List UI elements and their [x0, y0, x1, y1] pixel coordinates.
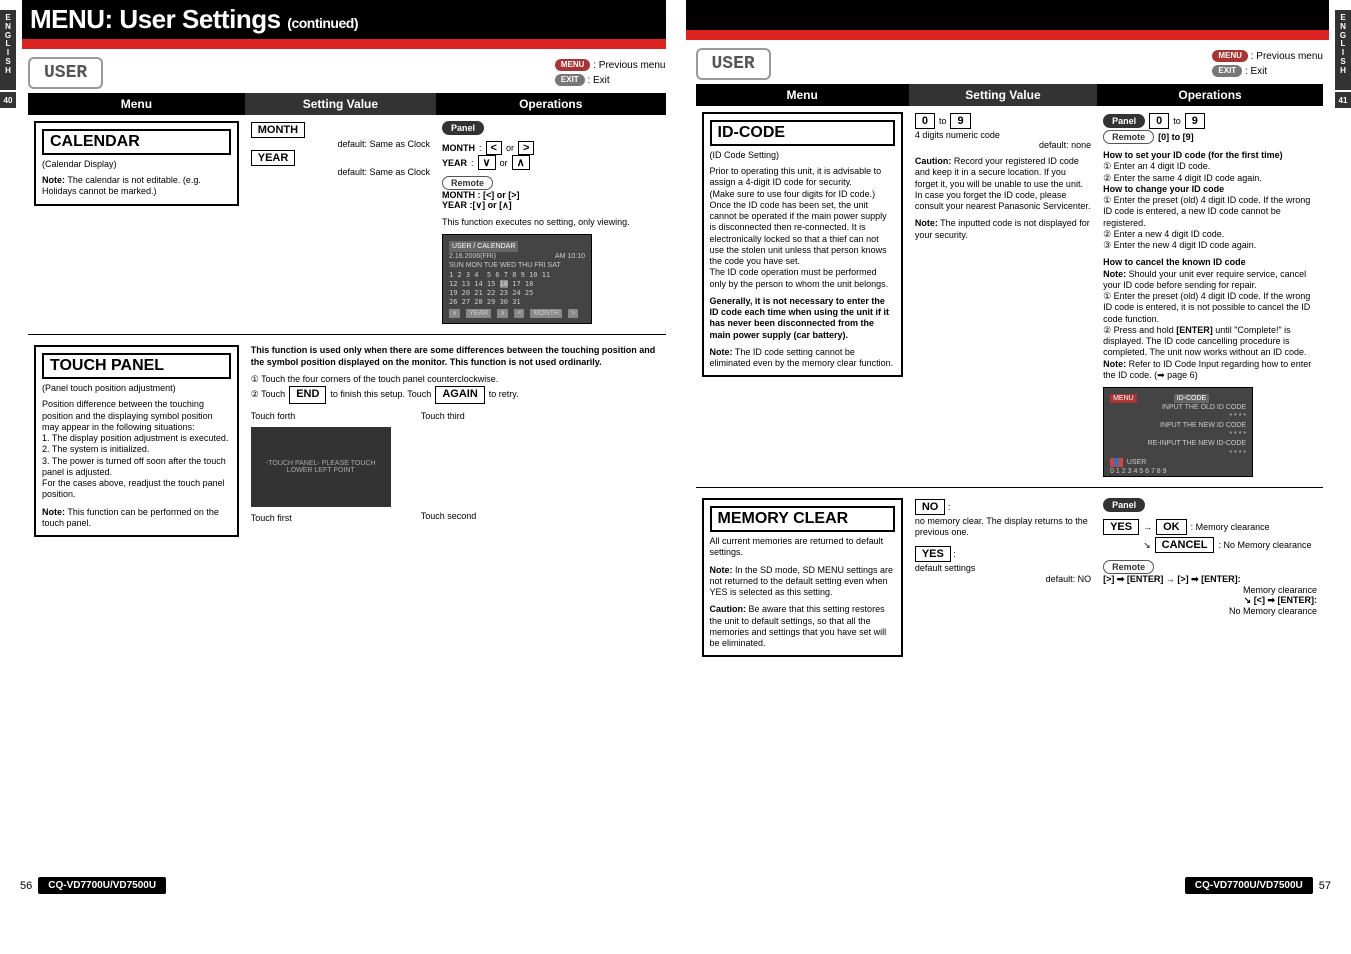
- idcode-screenshot: MENU ID-CODE INPUT THE OLD ID CODE* * * …: [1103, 387, 1253, 477]
- page-title-block: MENU: User Settings (continued): [22, 0, 666, 39]
- menu-pill-r: MENU: [1212, 50, 1248, 62]
- page-number-right: 41: [1335, 92, 1351, 108]
- language-tab-left: ENGLISH: [0, 10, 16, 90]
- remote-label-r: Remote: [1103, 130, 1154, 144]
- nav-hints-right: MENU : Previous menu EXIT : Exit: [1212, 49, 1323, 79]
- page-title-continued: (continued): [287, 15, 358, 31]
- memory-head: MEMORY CLEAR: [710, 506, 895, 532]
- page-title: MENU: User Settings: [30, 4, 281, 34]
- month-value: MONTH: [251, 122, 305, 138]
- page-number-left: 40: [0, 92, 16, 108]
- exit-pill-r: EXIT: [1212, 65, 1242, 77]
- idcode-head: ID-CODE: [710, 120, 895, 146]
- remote-label: Remote: [442, 176, 493, 190]
- nav-hints: MENU : Previous menu EXIT : Exit: [555, 58, 666, 88]
- again-button-label: AGAIN: [435, 386, 484, 404]
- year-value: YEAR: [251, 150, 296, 166]
- remote-label-m: Remote: [1103, 560, 1154, 574]
- down-icon: ∨: [478, 155, 496, 170]
- calendar-cell: CALENDAR (Calendar Display) Note: The ca…: [34, 121, 239, 206]
- menu-pill: MENU: [555, 59, 591, 71]
- footer-page-right: 57: [1319, 880, 1331, 892]
- touchpanel-cell: TOUCH PANEL (Panel touch position adjust…: [34, 345, 239, 537]
- idcode-cell: ID-CODE (ID Code Setting) Prior to opera…: [702, 112, 903, 377]
- page-title-block-right: [686, 0, 1330, 30]
- col-head-menu: Menu: [28, 93, 245, 115]
- user-icon: 👤: [1110, 458, 1123, 467]
- footer-page-left: 56: [20, 880, 32, 892]
- panel-label-m: Panel: [1103, 498, 1145, 512]
- user-tab: USER: [28, 57, 103, 89]
- col-head-value: Setting Value: [245, 93, 436, 115]
- touch-head: TOUCH PANEL: [42, 353, 231, 379]
- end-button-label: END: [289, 386, 326, 404]
- column-headers-right: Menu Setting Value Operations: [696, 84, 1324, 106]
- exit-pill: EXIT: [555, 74, 585, 86]
- panel-label-r: Panel: [1103, 114, 1145, 128]
- less-icon: <: [486, 141, 502, 155]
- col-head-ops: Operations: [436, 93, 666, 115]
- up-icon: ∧: [512, 155, 530, 170]
- memory-cell: MEMORY CLEAR All current memories are re…: [702, 498, 903, 657]
- touch-screenshot: -TOUCH PANEL- PLEASE TOUCH LOWER LEFT PO…: [251, 427, 391, 507]
- yes-value: YES: [915, 546, 951, 562]
- red-divider-right: [686, 30, 1330, 40]
- language-tab-right: ENGLISH: [1335, 10, 1351, 90]
- calendar-screenshot: USER / CALENDAR 2.16.2006(FRI)AM 10:10 S…: [442, 234, 592, 324]
- panel-label: Panel: [442, 121, 484, 135]
- model-bar-left: CQ-VD7700U/VD7500U: [38, 877, 166, 894]
- calendar-sub: (Calendar Display): [42, 159, 231, 169]
- greater-icon: >: [518, 141, 534, 155]
- model-bar-right: CQ-VD7700U/VD7500U: [1185, 877, 1313, 894]
- column-headers: Menu Setting Value Operations: [28, 93, 666, 115]
- no-value: NO: [915, 499, 946, 515]
- calendar-head: CALENDAR: [42, 129, 231, 155]
- red-divider: [22, 39, 666, 49]
- user-tab-right: USER: [696, 48, 771, 80]
